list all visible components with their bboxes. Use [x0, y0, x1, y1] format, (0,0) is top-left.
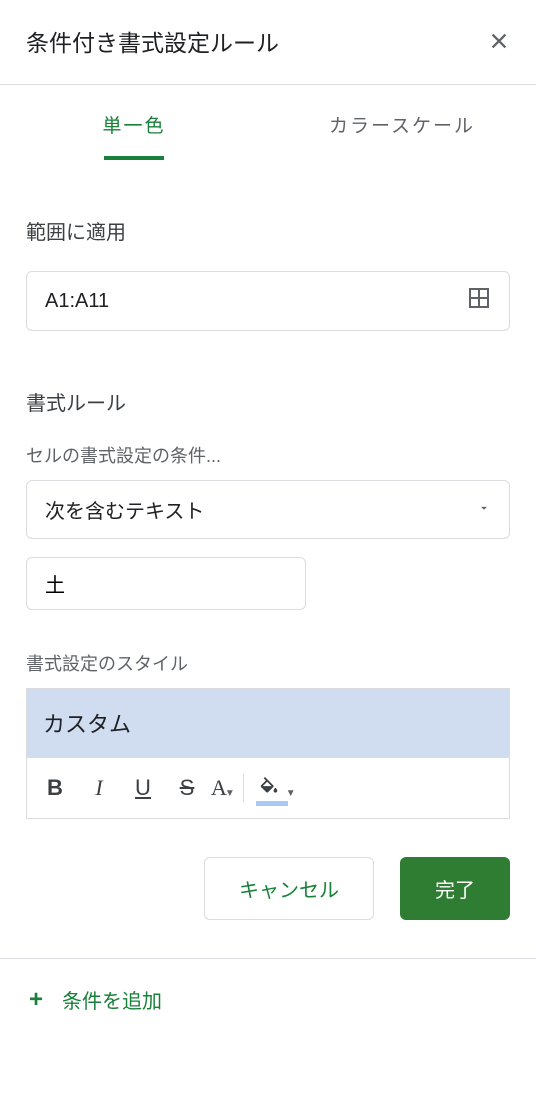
range-input[interactable] — [45, 290, 467, 313]
add-condition-button[interactable]: + 条件を追加 — [0, 958, 536, 1040]
panel-title: 条件付き書式設定ルール — [26, 24, 279, 58]
italic-button[interactable]: I — [79, 768, 119, 808]
label-format-condition: セルの書式設定の条件... — [26, 442, 510, 468]
plus-icon: + — [26, 986, 46, 1014]
chevron-down-icon: ▼ — [225, 788, 235, 799]
label-apply-range: 範囲に適用 — [26, 216, 510, 245]
grid-select-icon[interactable] — [467, 286, 491, 316]
text-color-button[interactable]: A ▼ — [211, 768, 235, 808]
done-button[interactable]: 完了 — [400, 857, 510, 920]
fill-color-button[interactable]: ▼ — [252, 768, 302, 808]
add-condition-label: 条件を追加 — [62, 985, 162, 1014]
condition-type-select[interactable]: 次を含むテキスト — [26, 480, 510, 539]
tab-color-scale[interactable]: カラースケール — [268, 85, 536, 160]
toolbar-divider — [243, 774, 244, 802]
condition-value-input[interactable] — [26, 557, 306, 610]
chevron-down-icon: ▼ — [286, 788, 296, 799]
label-format-rules: 書式ルール — [26, 387, 510, 416]
condition-type-value: 次を含むテキスト — [45, 495, 204, 524]
tab-single-color[interactable]: 単一色 — [0, 85, 268, 160]
chevron-down-icon — [477, 498, 491, 521]
close-icon — [488, 30, 510, 52]
format-toolbar: B I U S A ▼ ▼ — [26, 757, 510, 819]
bold-button[interactable]: B — [35, 768, 75, 808]
close-button[interactable] — [488, 30, 510, 52]
label-formatting-style: 書式設定のスタイル — [26, 650, 510, 676]
strikethrough-button[interactable]: S — [167, 768, 207, 808]
cancel-button[interactable]: キャンセル — [204, 857, 374, 920]
range-input-container[interactable] — [26, 271, 510, 331]
style-preview: カスタム — [26, 688, 510, 757]
underline-button[interactable]: U — [123, 768, 163, 808]
paint-bucket-icon — [258, 777, 280, 799]
